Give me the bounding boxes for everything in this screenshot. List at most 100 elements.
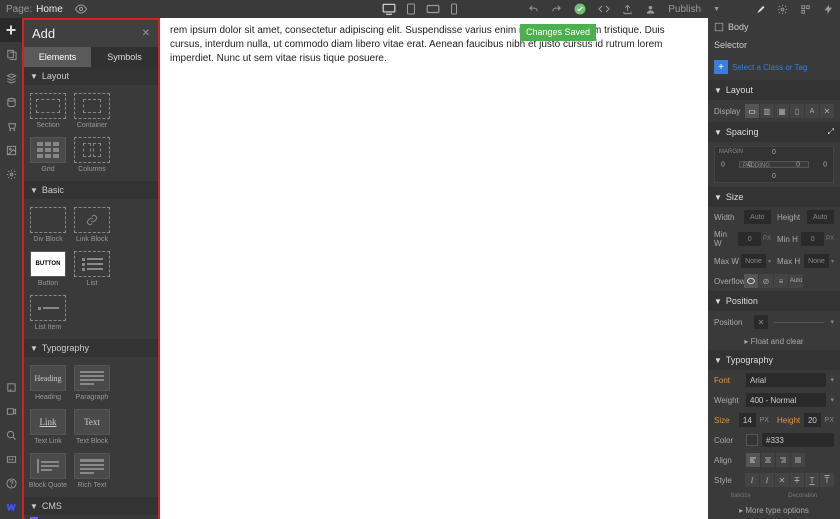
item-grid[interactable]: Grid xyxy=(26,137,70,173)
style-underline[interactable]: T xyxy=(805,473,819,487)
style-strike[interactable]: T xyxy=(790,473,804,487)
display-inlineblock[interactable]: ▯ xyxy=(790,104,804,118)
width-input[interactable]: Auto xyxy=(744,210,772,224)
rp-size[interactable]: ▼Size xyxy=(708,187,840,207)
weight-select[interactable]: 400 - Normal xyxy=(746,393,826,407)
settings-icon[interactable] xyxy=(777,4,788,15)
device-tablet-icon[interactable] xyxy=(406,3,416,15)
add-icon[interactable] xyxy=(0,18,22,42)
item-paragraph[interactable]: Paragraph xyxy=(70,365,114,401)
item-textblock[interactable]: Text Text Block xyxy=(70,409,114,445)
redo-icon[interactable] xyxy=(551,4,562,15)
styles-icon[interactable] xyxy=(800,4,811,15)
item-button[interactable]: BUTTON Button xyxy=(26,251,70,287)
color-swatch[interactable] xyxy=(746,434,758,446)
rp-spacing[interactable]: ▼Spacing⤢ xyxy=(708,122,840,142)
page-body[interactable]: Changes Saved rem ipsum dolor sit amet, … xyxy=(160,18,708,519)
item-container[interactable]: Container xyxy=(70,93,114,129)
item-divblock[interactable]: Div Block xyxy=(26,207,70,243)
rp-layout[interactable]: ▼Layout xyxy=(708,80,840,100)
settings-left-icon[interactable] xyxy=(0,162,22,186)
font-select[interactable]: Arial xyxy=(746,373,826,387)
close-icon[interactable]: ✕ xyxy=(142,28,150,39)
style-none[interactable]: ✕ xyxy=(775,473,789,487)
align-left[interactable] xyxy=(746,453,760,467)
section-typography[interactable]: ▼Typography xyxy=(24,339,158,357)
spacing-editor[interactable]: MARGIN 0 0 0 0 PADDING 0 0 xyxy=(714,146,834,183)
overflow-hidden[interactable]: ⊘ xyxy=(759,274,773,288)
position-dropdown-icon[interactable]: ▾ xyxy=(830,318,834,326)
float-clear[interactable]: ▸ Float and clear xyxy=(708,333,840,350)
align-justify[interactable] xyxy=(791,453,805,467)
export-icon[interactable] xyxy=(622,4,633,15)
align-right[interactable] xyxy=(776,453,790,467)
cms-icon[interactable] xyxy=(0,90,22,114)
interactions-icon[interactable] xyxy=(823,4,834,15)
maxh-input[interactable]: None xyxy=(804,254,829,268)
display-block[interactable]: ▭ xyxy=(745,104,759,118)
overflow-auto[interactable]: Auto xyxy=(789,274,803,288)
search-icon[interactable] xyxy=(0,423,22,447)
pages-icon[interactable] xyxy=(0,42,22,66)
rp-typography[interactable]: ▼Typography xyxy=(708,350,840,370)
breadcrumb-body[interactable]: Body xyxy=(708,18,840,36)
item-listitem[interactable]: List Item xyxy=(26,295,70,331)
maxw-input[interactable]: None xyxy=(741,254,766,268)
height-input[interactable]: Auto xyxy=(807,210,835,224)
align-center[interactable] xyxy=(761,453,775,467)
video2-icon[interactable] xyxy=(0,447,22,471)
code-icon[interactable] xyxy=(598,3,610,15)
section-basic[interactable]: ▼Basic xyxy=(24,181,158,199)
ecommerce-icon[interactable] xyxy=(0,114,22,138)
user-icon[interactable] xyxy=(645,4,656,15)
page-name[interactable]: Home xyxy=(36,4,63,15)
more-type-options[interactable]: ▸ More type options xyxy=(708,502,840,519)
selector-label: Selector xyxy=(708,36,840,54)
webflow-icon[interactable] xyxy=(0,495,22,519)
device-mobile-icon[interactable] xyxy=(450,3,458,15)
minw-input[interactable]: 0 xyxy=(738,232,760,246)
device-desktop-icon[interactable] xyxy=(382,3,396,15)
publish-button[interactable]: Publish xyxy=(668,4,701,15)
style-overline[interactable]: T xyxy=(820,473,834,487)
undo-icon[interactable] xyxy=(528,4,539,15)
item-heading[interactable]: Heading Heading xyxy=(26,365,70,401)
item-richtext[interactable]: Rich Text xyxy=(70,453,114,489)
spacing-expand-icon[interactable]: ⤢ xyxy=(828,127,834,137)
help-icon[interactable] xyxy=(0,471,22,495)
assets-icon[interactable] xyxy=(0,138,22,162)
item-list[interactable]: List xyxy=(70,251,114,287)
lineheight-input[interactable]: 20 xyxy=(804,413,821,427)
video-icon[interactable] xyxy=(0,399,22,423)
selector-hint[interactable]: Select a Class or Tag xyxy=(732,63,807,72)
display-flex[interactable]: ▥ xyxy=(760,104,774,118)
item-linkblock[interactable]: Link Block xyxy=(70,207,114,243)
style-italic[interactable]: I xyxy=(745,473,759,487)
color-input[interactable]: #333 xyxy=(762,433,834,447)
item-section[interactable]: Section xyxy=(26,93,70,129)
overflow-visible[interactable] xyxy=(744,274,758,288)
position-clear[interactable]: ✕ xyxy=(754,315,768,329)
display-none[interactable]: ✕ xyxy=(820,104,834,118)
overflow-scroll[interactable]: ≡ xyxy=(774,274,788,288)
audit-icon[interactable] xyxy=(0,375,22,399)
navigator-icon[interactable] xyxy=(0,66,22,90)
size-input[interactable]: 14 xyxy=(739,413,756,427)
rp-position[interactable]: ▼Position xyxy=(708,291,840,311)
tab-elements[interactable]: Elements xyxy=(24,47,91,67)
publish-dropdown-icon[interactable]: ▼ xyxy=(713,6,720,13)
item-textlink[interactable]: Link Text Link xyxy=(26,409,70,445)
device-tablet-landscape-icon[interactable] xyxy=(426,4,440,14)
tab-symbols[interactable]: Symbols xyxy=(91,47,158,67)
item-columns[interactable]: Columns xyxy=(70,137,114,173)
display-grid[interactable]: ▦ xyxy=(775,104,789,118)
brush-icon[interactable] xyxy=(754,4,765,15)
section-layout[interactable]: ▼Layout xyxy=(24,67,158,85)
display-inline[interactable]: A xyxy=(805,104,819,118)
minh-input[interactable]: 0 xyxy=(801,232,823,246)
add-class-button[interactable]: + xyxy=(714,60,728,74)
item-blockquote[interactable]: Block Quote xyxy=(26,453,70,489)
style-italic2[interactable]: I xyxy=(760,473,774,487)
section-cms[interactable]: ▼CMS xyxy=(24,497,158,515)
preview-icon[interactable] xyxy=(75,3,87,15)
